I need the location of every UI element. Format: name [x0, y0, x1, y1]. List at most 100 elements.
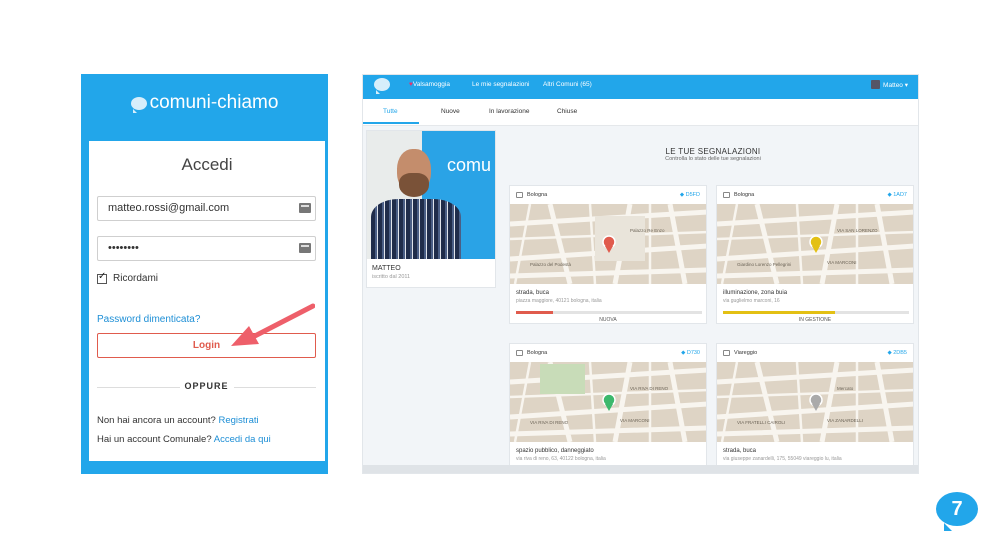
- password-value: ••••••••: [108, 242, 139, 254]
- profile-card: comu MATTEO iscritto dal 2011: [366, 130, 496, 288]
- email-value: matteo.rossi@gmail.com: [108, 202, 230, 214]
- register-link[interactable]: Registrati: [218, 415, 258, 426]
- login-title: Accedi: [181, 155, 233, 174]
- city-icon: [723, 192, 730, 198]
- report-map[interactable]: Palazzo Re Enzo Palazzo del Podestà: [510, 204, 706, 284]
- card-city: Bologna: [723, 192, 754, 198]
- card-address: via guglielmo marconi, 16: [723, 298, 780, 304]
- autofill-card-icon[interactable]: [299, 203, 311, 213]
- tab-closed[interactable]: Chiuse: [557, 108, 577, 115]
- logo-text-chiamo: chiamo: [217, 92, 279, 113]
- card-code-label: 1AD7: [893, 192, 907, 198]
- card-code-label: D730: [686, 350, 700, 356]
- nav-valsamoggia[interactable]: ♥Valsamoggia: [409, 81, 450, 88]
- logo-text-comuni: comuni: [149, 92, 211, 113]
- step-number-badge: 7: [936, 492, 978, 531]
- city-icon: [516, 192, 523, 198]
- card-city-label: Bologna: [527, 350, 548, 356]
- photo-background-text: comu: [447, 155, 492, 175]
- status-progress-fill: [516, 311, 554, 314]
- card-city: Bologna: [516, 192, 547, 198]
- card-header: Bologna ◆ D5FD: [510, 186, 706, 204]
- nav-valsamoggia-label: Valsamoggia: [412, 81, 450, 88]
- email-field[interactable]: matteo.rossi@gmail.com: [97, 196, 316, 221]
- map-label: VIA ZANARDELLI: [827, 418, 863, 423]
- comunichiamo-logo: comuni - chiamo: [81, 90, 328, 116]
- city-icon: [516, 350, 523, 356]
- dashboard-screenshot: ♥Valsamoggia Le mie segnalazioni Altri C…: [362, 74, 919, 474]
- card-category: spazio pubblico, danneggiato: [516, 448, 594, 454]
- card-city-label: Bologna: [734, 192, 755, 198]
- map-label: VIA RIVA DI RENO: [630, 386, 669, 391]
- password-field[interactable]: ••••••••: [97, 236, 316, 261]
- report-map[interactable]: Mercato VIA FRATELLI CAIROLI VIA ZANARDELL…: [717, 362, 913, 442]
- remember-label: Ricordami: [113, 273, 159, 284]
- report-card[interactable]: Bologna ◆ D5FD Palazzo Re Enzo Palazzo del …: [509, 185, 707, 324]
- card-code[interactable]: ◆ D730: [681, 350, 700, 356]
- card-city-label: Bologna: [527, 192, 548, 198]
- card-code[interactable]: ◆ D5FD: [680, 192, 700, 198]
- card-category: strada, buca: [723, 448, 757, 454]
- report-map[interactable]: VIA RIVA DI RENO VIA RIVA DI RENO VIA MARC…: [510, 362, 706, 442]
- or-divider: OPPURE: [97, 381, 316, 393]
- report-card[interactable]: Bologna ◆ D730 VIA RIVA DI RENO VIA RIVA DI…: [509, 343, 707, 473]
- card-address: via riva di reno, 63, 40122 bologna, ita…: [516, 456, 606, 462]
- card-header: Viareggio ◆ 2DB5: [717, 344, 913, 362]
- map-label: VIA MARCONI: [620, 418, 650, 423]
- map-label: Mercato: [837, 386, 854, 391]
- card-city: Viareggio: [723, 350, 757, 356]
- avatar: [871, 80, 881, 89]
- card-code[interactable]: ◆ 2DB5: [887, 350, 907, 356]
- remember-me[interactable]: Ricordami: [97, 271, 159, 284]
- tab-all[interactable]: Tutte: [383, 108, 398, 115]
- tab-new[interactable]: Nuove: [441, 108, 460, 115]
- municipal-login-line: Hai un account Comunale? Accedi da qui: [97, 434, 271, 445]
- nav-other-towns[interactable]: Altri Comuni (65): [543, 81, 592, 88]
- map-label: VIA MARCONI: [827, 260, 857, 265]
- city-icon: [723, 350, 730, 356]
- tab-active-indicator: [363, 122, 419, 124]
- section-subtitle: Controlla lo stato delle tue segnalazion…: [665, 156, 761, 162]
- card-address: piazza maggiore, 40121 bologna, italia: [516, 298, 602, 304]
- card-code[interactable]: ◆ 1AD7: [887, 192, 907, 198]
- register-line: Non hai ancora un account? Registrati: [97, 415, 259, 426]
- status-badge: IN GESTIONE: [798, 317, 832, 323]
- nav-my-reports[interactable]: Le mie segnalazioni: [472, 81, 529, 88]
- map-streets: VIA RIVA DI RENO VIA RIVA DI RENO VIA MARC…: [510, 362, 706, 442]
- top-navbar: ♥Valsamoggia Le mie segnalazioni Altri C…: [363, 75, 918, 99]
- login-panel: comuni - chiamo Accedi matteo.rossi@gmail.…: [81, 74, 328, 474]
- map-label: Giardino Lorenzo Pellegrini: [737, 262, 791, 267]
- card-category: strada, buca: [516, 290, 550, 296]
- user-menu[interactable]: Matteo ▾: [871, 80, 908, 89]
- report-map[interactable]: VIA SAN LORENZO Giardino Lorenzo Pellegri…: [717, 204, 913, 284]
- app-logo-icon[interactable]: [374, 78, 390, 94]
- card-code-label: 2DB5: [893, 350, 907, 356]
- no-account-text: Non hai ancora un account?: [97, 415, 216, 426]
- card-address: via giuseppe zanardelli, 175, 55049 viar…: [723, 456, 842, 462]
- filter-tabs: Tutte Nuove In lavorazione Chiuse: [363, 99, 918, 126]
- map-streets: Palazzo Re Enzo Palazzo del Podestà: [510, 204, 706, 284]
- municipal-account-text: Hai un account Comunale?: [97, 434, 212, 445]
- card-city-label: Viareggio: [734, 350, 758, 356]
- report-card[interactable]: Bologna ◆ 1AD7 VIA SAN LORENZO Giardino Lor…: [716, 185, 914, 324]
- status-badge: NUOVA: [599, 317, 617, 323]
- tab-in-progress[interactable]: In lavorazione: [489, 108, 529, 115]
- autofill-card-icon[interactable]: [299, 243, 311, 253]
- map-label: Palazzo del Podestà: [530, 262, 572, 267]
- profile-name: MATTEO: [372, 265, 401, 272]
- speech-bubble-icon: [130, 96, 147, 113]
- user-menu-label: Matteo ▾: [883, 81, 908, 89]
- map-label: VIA SAN LORENZO: [837, 228, 878, 233]
- report-card[interactable]: Viareggio ◆ 2DB5 Mercato VIA FRATELLI CAIRO…: [716, 343, 914, 473]
- map-streets: VIA SAN LORENZO Giardino Lorenzo Pellegri…: [717, 204, 913, 284]
- card-header: Bologna ◆ D730: [510, 344, 706, 362]
- map-streets: Mercato VIA FRATELLI CAIROLI VIA ZANARDELL…: [717, 362, 913, 442]
- map-label: Palazzo Re Enzo: [630, 228, 665, 233]
- card-category: illuminazione, zona buia: [723, 290, 788, 296]
- section-title: LE TUE SEGNALAZIONI: [665, 147, 761, 156]
- municipal-login-link[interactable]: Accedi da qui: [214, 434, 271, 445]
- profile-since: iscritto dal 2011: [372, 274, 411, 280]
- card-header: Bologna ◆ 1AD7: [717, 186, 913, 204]
- forgot-password-link[interactable]: Password dimenticata?: [97, 314, 200, 325]
- remember-checkbox[interactable]: [97, 271, 107, 284]
